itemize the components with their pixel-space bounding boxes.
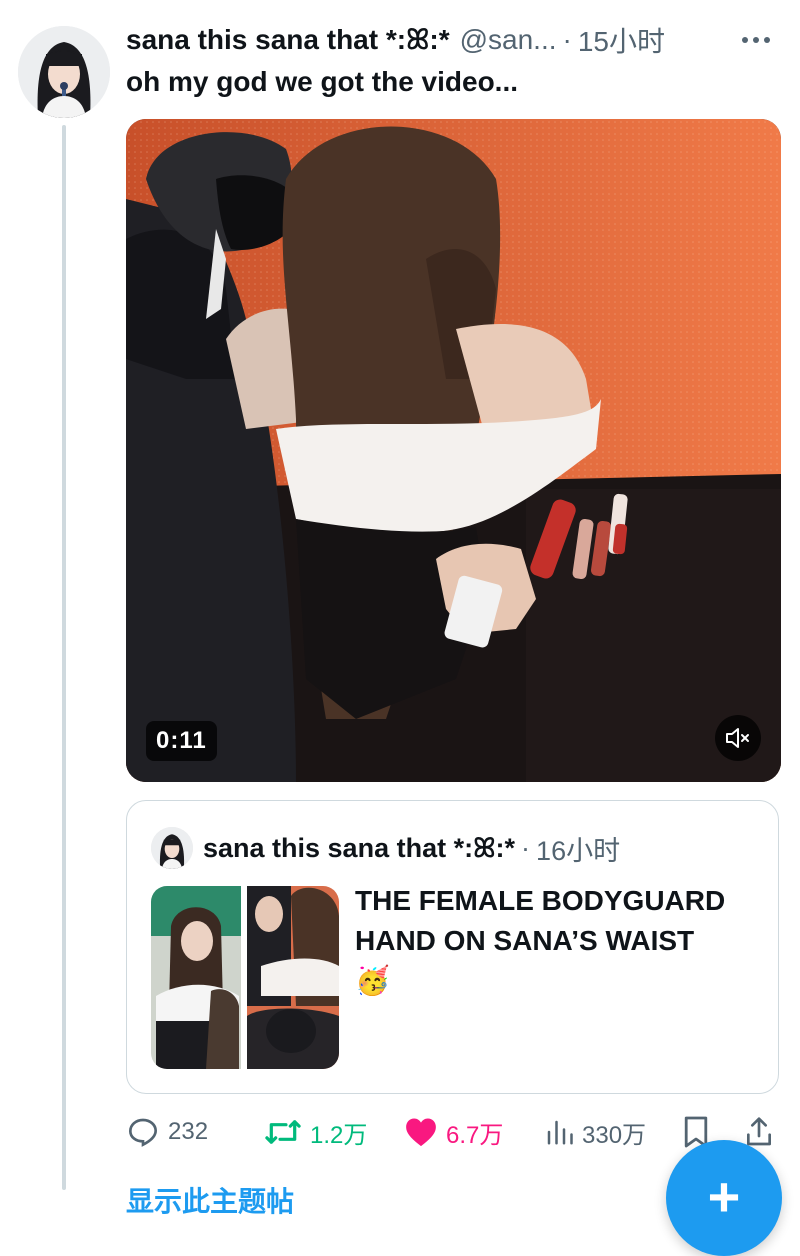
quoted-tweet-timestamp: 16小时 (536, 836, 621, 866)
quoted-tweet-text: THE FEMALE BODYGUARD HAND ON SANA’S WAIS… (355, 881, 765, 1001)
quoted-tweet-body: THE FEMALE BODYGUARD HAND ON SANA’S WAIS… (355, 885, 726, 956)
tweet-header: sana this sana that *:ꕤ:* @san... · 15小时 (126, 20, 776, 60)
plus-icon: + (707, 1165, 741, 1228)
separator-dot: · (562, 24, 572, 55)
author-handle[interactable]: @san... (460, 24, 557, 56)
reply-count: 232 (168, 1118, 209, 1145)
avatar-photo (18, 26, 110, 118)
reply-button[interactable]: 232 (126, 1112, 208, 1152)
tweet-timestamp[interactable]: 15小时 (578, 20, 665, 60)
reply-icon (128, 1118, 158, 1147)
thread-connector-line (62, 125, 66, 1190)
retweet-icon (265, 1120, 301, 1144)
thumbnail-images (151, 886, 339, 1069)
heart-icon (406, 1118, 436, 1147)
like-button[interactable]: 6.7万 (404, 1112, 503, 1152)
quoted-tweet-header: sana this sana that *:ꕤ:* · 16小时 (203, 829, 620, 868)
quoted-author-display-name: sana this sana that *:ꕤ:* (203, 832, 516, 863)
volume-muted-icon (726, 728, 749, 748)
video-player[interactable]: 0:11 (126, 119, 781, 782)
show-thread-link[interactable]: 显示此主题帖 (126, 1180, 294, 1220)
views-icon (547, 1120, 573, 1145)
retweet-button[interactable]: 1.2万 (264, 1112, 367, 1152)
tweet-action-bar: 232 1.2万 6.7万 330万 (126, 1112, 786, 1152)
like-count: 6.7万 (446, 1121, 504, 1149)
more-options-button[interactable] (736, 20, 776, 60)
quoted-author-avatar (151, 827, 193, 869)
quoted-tweet-card[interactable]: sana this sana that *:ꕤ:* · 16小时 THE FEM… (126, 800, 779, 1094)
author-avatar[interactable] (18, 26, 110, 118)
video-duration-badge: 0:11 (146, 721, 217, 761)
video-frame (126, 119, 781, 782)
more-horizontal-icon (742, 37, 770, 43)
quoted-media-thumbnails (151, 886, 339, 1069)
separator-dot: · (521, 833, 531, 863)
avatar-photo (151, 827, 193, 869)
retweet-count: 1.2万 (310, 1121, 368, 1149)
share-icon (747, 1117, 772, 1146)
views-count: 330万 (582, 1121, 647, 1149)
views-button[interactable]: 330万 (544, 1112, 646, 1152)
compose-button[interactable]: + (666, 1140, 782, 1256)
mute-toggle-button[interactable] (715, 715, 761, 761)
author-display-name[interactable]: sana this sana that *:ꕤ:* (126, 24, 450, 57)
tweet-text: oh my god we got the video... (126, 66, 519, 97)
party-face-emoji: 🥳 (355, 965, 390, 996)
